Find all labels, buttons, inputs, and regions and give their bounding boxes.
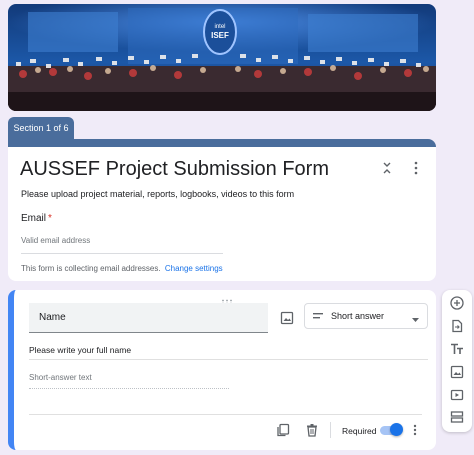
add-video-icon[interactable] (449, 387, 465, 403)
question-type-dropdown[interactable]: Short answer (304, 303, 428, 329)
section-tab: Section 1 of 6 (8, 117, 74, 139)
email-field: Valid email address (21, 234, 223, 254)
add-title-icon[interactable] (449, 341, 465, 357)
email-label: Email * (21, 213, 52, 224)
import-questions-icon[interactable] (449, 318, 465, 334)
svg-text:intel: intel (214, 24, 225, 30)
delete-icon[interactable] (305, 423, 319, 437)
svg-text:ISEF: ISEF (211, 31, 229, 40)
question-card[interactable]: Name Short answer Please write your full… (8, 290, 436, 450)
form-header-card[interactable]: AUSSEF Project Submission Form Please up… (8, 139, 436, 281)
short-answer-preview: Short-answer text (29, 373, 229, 389)
add-image-icon[interactable] (280, 311, 294, 325)
question-title-input[interactable]: Name (29, 303, 268, 333)
collecting-email-text: This form is collecting email addresses. (21, 264, 161, 273)
add-question-icon[interactable] (449, 295, 465, 311)
add-section-icon[interactable] (449, 409, 465, 425)
footer-vertical-divider (330, 422, 331, 438)
form-description[interactable]: Please upload project material, reports,… (21, 189, 294, 199)
floating-toolbar (442, 290, 472, 432)
collecting-email-note: This form is collecting email addresses.… (21, 264, 223, 273)
required-asterisk: * (48, 213, 52, 224)
email-label-text: Email (21, 213, 47, 224)
collapse-section-icon[interactable] (380, 159, 394, 177)
short-answer-type-icon (313, 311, 323, 321)
required-label: Required (342, 426, 377, 436)
drag-handle-icon[interactable] (221, 292, 233, 305)
chevron-down-icon (412, 314, 419, 324)
question-more-options-icon[interactable] (410, 423, 420, 437)
question-footer-divider (29, 414, 422, 415)
form-title[interactable]: AUSSEF Project Submission Form (20, 158, 329, 181)
duplicate-icon[interactable] (276, 423, 290, 437)
more-options-icon[interactable] (410, 159, 422, 177)
header-banner-image: intel ISEF (8, 4, 436, 111)
required-toggle-knob[interactable] (390, 423, 403, 436)
question-description[interactable]: Please write your full name (29, 345, 428, 360)
add-image-toolbar-icon[interactable] (449, 364, 465, 380)
question-type-label: Short answer (331, 311, 385, 321)
change-settings-link[interactable]: Change settings (165, 264, 223, 273)
